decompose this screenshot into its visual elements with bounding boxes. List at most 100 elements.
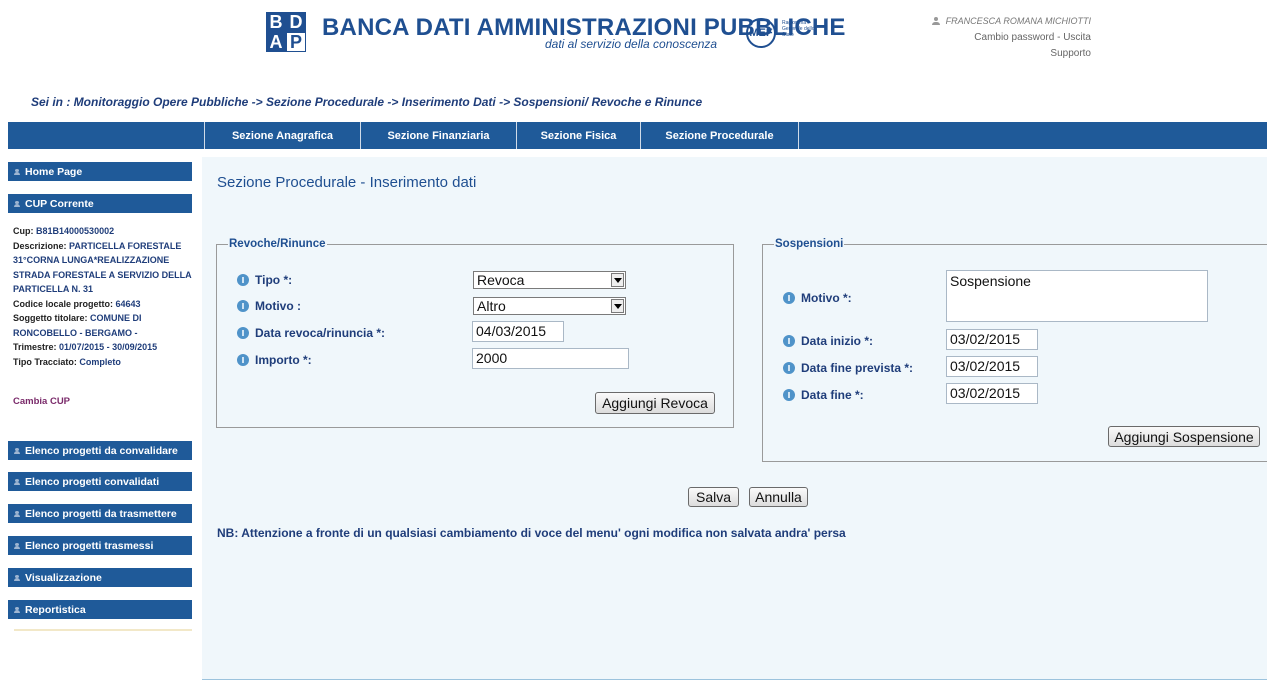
sidebar-item-da-convalidare[interactable]: Elenco progetti da convalidare — [8, 441, 192, 460]
data-revoca-label-text: Data revoca/rinuncia *: — [255, 326, 386, 340]
sidebar-item-label: Elenco progetti da trasmettere — [25, 507, 177, 520]
mef-logo: MEF — [746, 18, 776, 48]
user-icon — [14, 542, 20, 549]
site-subtitle: dati al servizio della conoscenza — [545, 37, 718, 51]
data-fine-input[interactable]: 03/02/2015 — [946, 383, 1038, 404]
data-inizio-input[interactable]: 03/02/2015 — [946, 329, 1038, 350]
data-inizio-label: Data inizio *: — [783, 334, 873, 348]
chevron-down-icon[interactable] — [611, 273, 624, 287]
data-fine-label-text: Data fine *: — [801, 388, 864, 402]
info-icon[interactable] — [237, 274, 249, 286]
sidebar-item-trasmessi[interactable]: Elenco progetti trasmessi — [8, 536, 192, 555]
importo-label-text: Importo *: — [255, 353, 312, 367]
motivo-revoca-select[interactable]: Altro — [473, 297, 626, 315]
info-icon[interactable] — [783, 335, 795, 347]
page-title: Sezione Procedurale - Inserimento dati — [217, 174, 477, 191]
tipo-select[interactable]: Revoca — [473, 271, 626, 289]
data-fine-prevista-input[interactable]: 03/02/2015 — [946, 356, 1038, 377]
importo-input[interactable]: 2000 — [472, 348, 629, 369]
sidebar-item-label: Reportistica — [25, 603, 86, 616]
tipo-selected-value: Revoca — [477, 272, 525, 288]
sospensioni-legend: Sospensioni — [775, 238, 844, 250]
data-fine-label: Data fine *: — [783, 388, 864, 402]
salva-button[interactable]: Salva — [688, 487, 739, 507]
data-inizio-label-text: Data inizio *: — [801, 334, 874, 348]
user-icon — [14, 606, 20, 613]
aggiungi-sospensione-button[interactable]: Aggiungi Sospensione — [1108, 426, 1260, 447]
motivo-revoca-selected-value: Altro — [477, 298, 506, 314]
sidebar-item-reportistica[interactable]: Reportistica — [8, 600, 192, 619]
sidebar-item-label: Elenco progetti trasmessi — [25, 539, 154, 552]
info-icon[interactable] — [783, 389, 795, 401]
user-row: FRANCESCA ROMANA MICHIOTTI — [931, 13, 1091, 30]
cup-label: Cup: — [13, 226, 34, 236]
sidebar-item-convalidati[interactable]: Elenco progetti convalidati — [8, 472, 192, 491]
user-icon — [931, 17, 940, 26]
motivo-sospensione-label-text: Motivo *: — [801, 291, 852, 305]
aggiungi-revoca-button[interactable]: Aggiungi Revoca — [595, 392, 715, 414]
info-icon[interactable] — [783, 292, 795, 304]
user-icon — [14, 200, 20, 207]
codice-label: Codice locale progetto: — [13, 298, 114, 309]
sidebar-item-label: Elenco progetti convalidati — [25, 475, 160, 488]
info-icon[interactable] — [783, 362, 795, 374]
cup-info: Cup: B81B14000530002 Descrizione: PARTIC… — [13, 224, 193, 369]
sidebar-home-label: Home Page — [25, 165, 83, 178]
logo-letter-p: P — [286, 32, 306, 52]
user-icon — [14, 447, 20, 454]
data-fine-prevista-label: Data fine prevista *: — [783, 361, 913, 375]
breadcrumb: Sei in : Monitoraggio Opere Pubbliche ->… — [31, 95, 703, 109]
sidebar-item-label: Visualizzazione — [25, 571, 102, 584]
user-icon — [14, 510, 20, 517]
mef-logo-caption: Ragioneria Generale dello Stato — [782, 20, 815, 38]
logo-letter-a: A — [266, 32, 286, 52]
importo-label: Importo *: — [237, 353, 312, 367]
logo-letter-d: D — [286, 12, 306, 32]
motivo-sospensione-textarea[interactable]: Sospensione — [946, 270, 1208, 322]
sidebar-cup-corrente[interactable]: CUP Corrente — [8, 194, 192, 213]
tracciato-label: Tipo Tracciato: — [13, 356, 77, 367]
sidebar-item-label: Elenco progetti da convalidare — [25, 444, 178, 457]
cup-value: B81B14000530002 — [36, 226, 115, 236]
info-icon[interactable] — [237, 327, 249, 339]
sidebar-item-visualizzazione[interactable]: Visualizzazione — [8, 568, 192, 587]
info-icon[interactable] — [237, 354, 249, 366]
account-links[interactable]: Cambio password - Uscita — [932, 30, 1091, 46]
user-icon — [14, 574, 20, 581]
trimestre-label: Trimestre: — [13, 342, 57, 352]
top-navigation: Sezione Anagrafica Sezione Finanziaria S… — [8, 122, 1267, 149]
chevron-down-icon[interactable] — [611, 299, 624, 313]
user-area: FRANCESCA ROMANA MICHIOTTI Cambio passwo… — [931, 13, 1091, 62]
sidebar-divider — [14, 629, 192, 631]
motivo-sospensione-label: Motivo *: — [783, 291, 852, 305]
data-revoca-input[interactable]: 04/03/2015 — [472, 321, 564, 342]
tab-sezione-procedurale[interactable]: Sezione Procedurale — [640, 122, 799, 149]
user-icon — [14, 478, 20, 485]
tipo-label: Tipo *: — [237, 273, 292, 287]
tipo-label-text: Tipo *: — [255, 273, 293, 287]
sidebar-cup-label: CUP Corrente — [25, 197, 94, 210]
data-revoca-label: Data revoca/rinuncia *: — [237, 326, 385, 340]
motivo-revoca-label: Motivo : — [237, 299, 301, 313]
trimestre-value: 01/07/2015 - 30/09/2015 — [59, 342, 158, 352]
data-fine-prevista-label-text: Data fine prevista *: — [801, 361, 914, 375]
support-link[interactable]: Supporto — [932, 46, 1091, 62]
unsaved-changes-note: NB: Attenzione a fronte di un qualsiasi … — [217, 526, 846, 540]
bdap-logo: B D A P — [266, 12, 306, 52]
sidebar-home-page[interactable]: Home Page — [8, 162, 192, 181]
tab-sezione-fisica[interactable]: Sezione Fisica — [516, 122, 640, 149]
descrizione-label: Descrizione: — [13, 240, 67, 251]
tab-sezione-anagrafica[interactable]: Sezione Anagrafica — [204, 122, 360, 149]
codice-value: 64643 — [115, 298, 141, 309]
user-name: FRANCESCA ROMANA MICHIOTTI — [945, 16, 1091, 26]
user-icon — [14, 168, 20, 175]
annulla-button[interactable]: Annulla — [749, 487, 808, 507]
info-icon[interactable] — [237, 300, 249, 312]
tab-sezione-finanziaria[interactable]: Sezione Finanziaria — [360, 122, 516, 149]
motivo-revoca-label-text: Motivo : — [255, 299, 301, 313]
tracciato-value: Completo — [79, 356, 121, 367]
main-bottom-border — [202, 679, 1267, 680]
cambia-cup-link[interactable]: Cambia CUP — [13, 396, 70, 407]
sidebar-item-da-trasmettere[interactable]: Elenco progetti da trasmettere — [8, 504, 192, 523]
logo-letter-b: B — [266, 12, 286, 32]
